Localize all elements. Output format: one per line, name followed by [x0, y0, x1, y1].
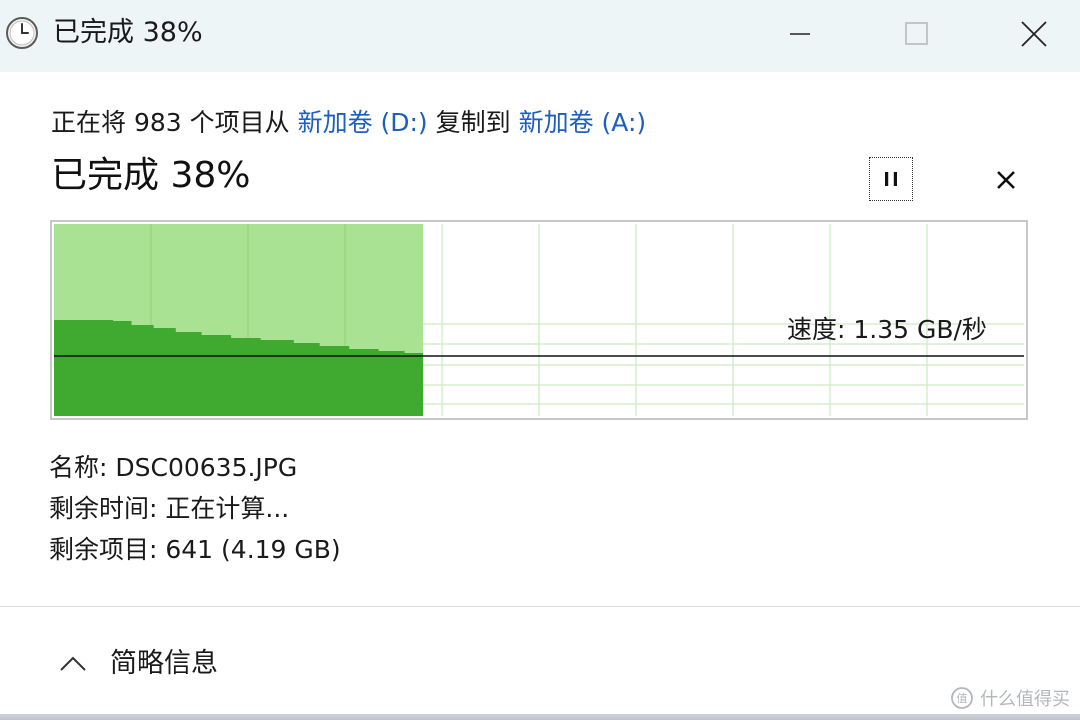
pause-icon	[885, 172, 897, 186]
footer-divider	[0, 606, 1080, 607]
copy-progress-window: 已完成 38% 正在将 983 个项目从 新加卷 (D:) 复制到 新加卷 (A…	[0, 0, 1080, 720]
close-button[interactable]	[989, 0, 1079, 68]
pause-button[interactable]	[869, 157, 913, 201]
minimize-button[interactable]	[755, 0, 845, 68]
maximize-icon	[905, 22, 928, 45]
svg-text:值: 值	[957, 692, 968, 705]
source-drive-link[interactable]: 新加卷 (D:)	[298, 108, 428, 137]
copy-middle: 复制到	[427, 108, 519, 137]
fewer-details-toggle[interactable]: 简略信息	[58, 643, 218, 685]
watermark-text: 什么值得买	[980, 689, 1070, 710]
cancel-icon	[997, 171, 1015, 189]
title-bar[interactable]: 已完成 38%	[0, 0, 1080, 72]
file-name-detail: 名称: DSC00635.JPG	[49, 453, 298, 482]
maximize-button[interactable]	[872, 0, 962, 68]
progress-title: 已完成 38%	[51, 155, 251, 196]
watermark: 值 什么值得买	[950, 684, 1070, 712]
time-remaining-detail: 剩余时间: 正在计算...	[49, 494, 290, 523]
destination-drive-link[interactable]: 新加卷 (A:)	[519, 108, 647, 137]
watermark-logo-icon: 值	[951, 687, 973, 709]
clock-icon	[6, 17, 38, 49]
fewer-details-label: 简略信息	[110, 648, 218, 679]
speed-label: 速度: 1.35 GB/秒	[787, 315, 987, 344]
window-title: 已完成 38%	[53, 17, 203, 48]
close-icon	[1021, 21, 1047, 47]
copy-prefix: 正在将 983 个项目从	[51, 108, 298, 137]
items-remaining-detail: 剩余项目: 641 (4.19 GB)	[49, 535, 341, 564]
minimize-icon	[790, 33, 810, 35]
window-bottom-edge	[0, 714, 1080, 720]
cancel-button[interactable]	[983, 157, 1029, 203]
copy-description: 正在将 983 个项目从 新加卷 (D:) 复制到 新加卷 (A:)	[51, 104, 646, 142]
chevron-up-icon	[60, 656, 86, 671]
